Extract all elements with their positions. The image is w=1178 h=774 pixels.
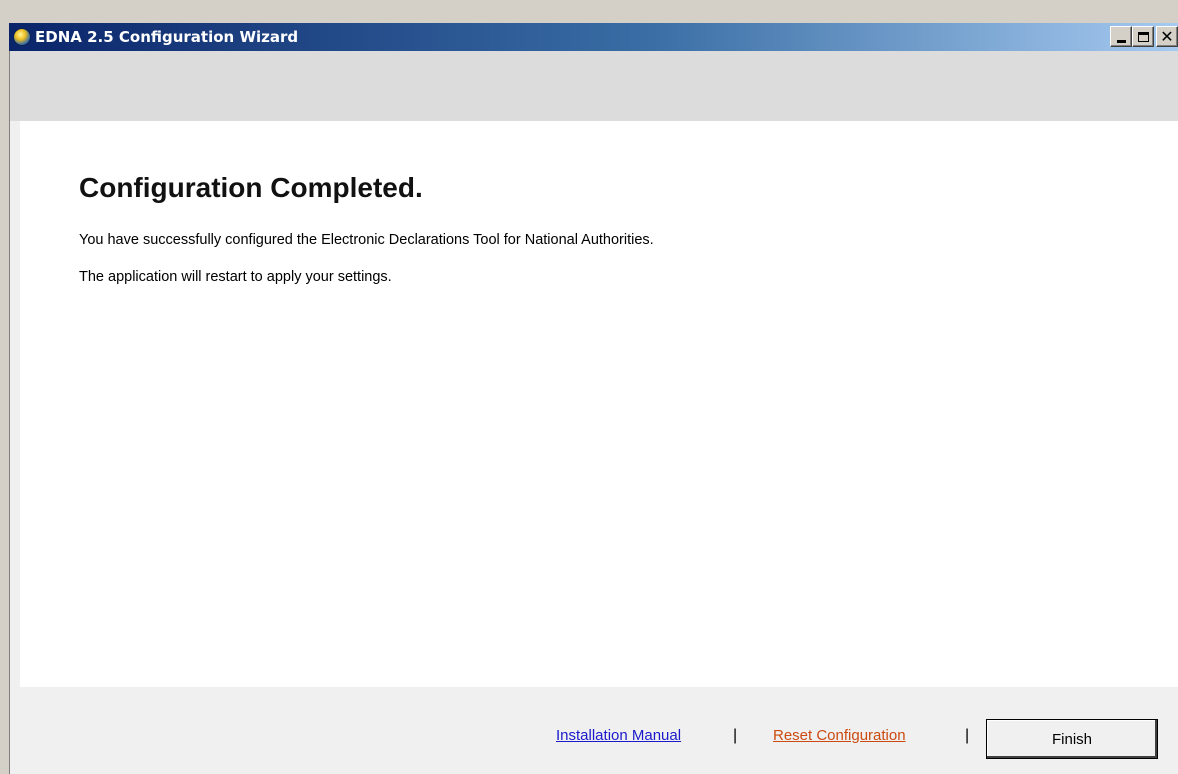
footer-separator: | [965, 727, 970, 744]
footer-separator: | [733, 727, 738, 744]
finish-button[interactable]: Finish [986, 719, 1158, 759]
minimize-icon [1116, 40, 1126, 43]
wizard-header-band [9, 51, 1178, 121]
installation-manual-link[interactable]: Installation Manual [556, 727, 681, 744]
reset-configuration-link[interactable]: Reset Configuration [773, 727, 906, 744]
globe-icon [13, 28, 31, 46]
wizard-content-panel [20, 121, 1178, 687]
success-message: You have successfully configured the Ele… [79, 232, 654, 248]
content-left-band [10, 121, 20, 687]
window-controls: ✕ [1110, 26, 1178, 47]
minimize-button[interactable] [1110, 26, 1132, 47]
maximize-button[interactable] [1132, 26, 1154, 47]
wizard-window: EDNA 2.5 Configuration Wizard ✕ Configur… [0, 0, 1178, 774]
restart-message: The application will restart to apply yo… [79, 269, 392, 285]
close-icon: ✕ [1160, 26, 1174, 46]
maximize-icon [1137, 31, 1149, 42]
close-button[interactable]: ✕ [1156, 26, 1178, 47]
window-title: EDNA 2.5 Configuration Wizard [35, 28, 299, 46]
page-title: Configuration Completed. [79, 172, 423, 203]
title-bar[interactable]: EDNA 2.5 Configuration Wizard ✕ [9, 23, 1178, 51]
